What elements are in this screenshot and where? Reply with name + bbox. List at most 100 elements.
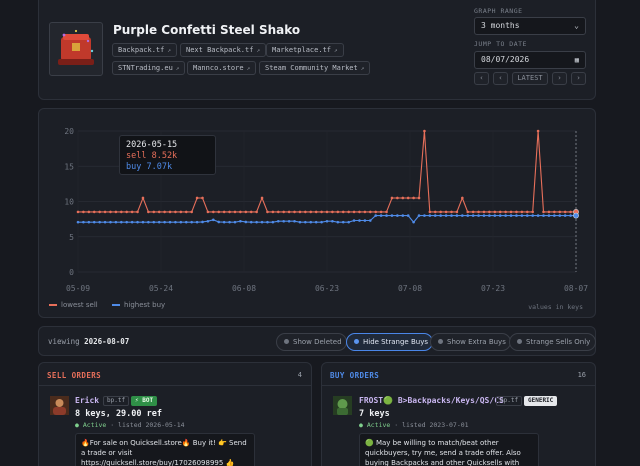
data-point-buy[interactable] [504,214,507,217]
data-point-buy[interactable] [109,220,112,224]
prev-button[interactable]: ‹ [493,72,508,85]
data-point-sell[interactable] [320,210,323,214]
data-point-sell[interactable] [184,210,188,214]
data-point-buy[interactable] [320,220,323,224]
data-point-sell[interactable] [244,210,248,214]
data-point-sell[interactable] [379,210,383,214]
data-point-sell[interactable] [536,129,540,133]
data-point-buy[interactable] [428,214,432,217]
data-point-sell[interactable] [504,210,507,214]
data-point-sell[interactable] [293,210,296,214]
toggle-hide-strange-buys[interactable]: Hide Strange Buys [346,333,434,351]
data-point-buy[interactable] [184,220,188,224]
legend-item-buy[interactable]: highest buy [111,301,165,309]
data-point-buy[interactable] [379,214,383,217]
data-point-buy[interactable] [341,220,345,224]
data-point-buy[interactable] [249,220,253,224]
data-point-sell[interactable] [558,210,562,214]
prev-far-button[interactable]: ‹ [474,72,489,85]
data-point-sell[interactable] [455,210,459,214]
data-point-sell[interactable] [82,210,85,214]
data-point-sell[interactable] [439,210,442,214]
toggle-show-extra-buys[interactable]: Show Extra Buys [430,333,512,351]
data-point-sell[interactable] [174,210,177,214]
data-point-sell[interactable] [493,210,497,214]
legend-item-sell[interactable]: lowest sell [49,301,98,309]
data-point-sell[interactable] [336,210,340,214]
data-point-buy[interactable] [201,220,204,224]
data-point-buy[interactable] [455,214,459,217]
data-point-sell[interactable] [179,210,183,214]
data-point-buy[interactable] [212,218,215,222]
data-point-buy[interactable] [363,219,367,222]
data-point-buy[interactable] [385,214,388,217]
link-mannco-store[interactable]: Mannco.store ↗ [187,61,257,75]
data-point-sell[interactable] [314,210,318,214]
data-point-sell[interactable] [266,210,269,214]
data-point-sell[interactable] [433,210,437,214]
data-point-sell[interactable] [401,196,405,200]
data-point-buy[interactable] [217,220,221,224]
data-point-buy[interactable] [163,220,166,224]
data-point-buy[interactable] [439,214,442,217]
data-point-sell[interactable] [531,210,534,214]
data-point-sell[interactable] [228,210,231,214]
data-point-buy[interactable] [282,219,285,223]
data-point-buy[interactable] [488,214,491,217]
data-point-sell[interactable] [298,210,302,214]
data-point-sell[interactable] [369,210,372,214]
data-point-sell[interactable] [304,210,307,214]
data-point-sell[interactable] [542,210,545,214]
data-point-sell[interactable] [87,210,91,214]
data-point-buy[interactable] [152,220,156,224]
data-point-buy[interactable] [347,220,350,224]
data-point-sell[interactable] [239,210,242,214]
data-point-sell[interactable] [488,210,491,214]
link-backpack-tf[interactable]: Backpack.tf ↗ [112,43,177,57]
data-point-buy[interactable] [558,214,562,217]
data-point-sell[interactable] [347,210,350,214]
data-point-buy[interactable] [563,214,567,217]
data-point-sell[interactable] [152,210,156,214]
toggle-strange-sells-only[interactable]: Strange Sells Only [509,333,596,351]
data-point-sell[interactable] [147,210,150,214]
data-point-buy[interactable] [466,214,470,217]
data-point-sell[interactable] [260,196,264,200]
data-point-sell[interactable] [271,210,275,214]
data-point-sell[interactable] [461,196,464,200]
data-point-sell[interactable] [125,210,129,214]
data-point-buy[interactable] [190,220,193,224]
next-button[interactable]: › [552,72,567,85]
data-point-sell[interactable] [341,210,345,214]
data-point-sell[interactable] [163,210,166,214]
data-point-buy[interactable] [493,214,497,217]
data-point-sell[interactable] [396,196,399,200]
data-point-buy[interactable] [314,220,318,224]
data-point-sell[interactable] [466,210,470,214]
data-point-buy[interactable] [412,220,415,224]
data-point-buy[interactable] [515,214,518,217]
data-point-buy[interactable] [369,219,372,222]
data-point-sell[interactable] [482,210,486,214]
data-point-sell[interactable] [553,210,556,214]
latest-button[interactable]: LATEST [512,72,548,85]
data-point-sell[interactable] [217,210,221,214]
data-point-buy[interactable] [179,220,183,224]
data-point-buy[interactable] [228,220,231,224]
data-point-buy[interactable] [569,214,572,217]
data-point-buy[interactable] [331,219,334,223]
data-point-buy[interactable] [82,220,85,224]
data-point-buy[interactable] [130,220,134,224]
data-point-sell[interactable] [525,210,529,214]
data-point-buy[interactable] [358,219,361,222]
data-point-sell[interactable] [547,210,551,214]
data-point-buy[interactable] [498,214,502,217]
data-point-sell[interactable] [212,210,215,214]
data-point-buy[interactable] [114,220,118,224]
data-point-buy[interactable] [276,219,280,223]
data-point-buy[interactable] [525,214,529,217]
data-point-buy[interactable] [174,220,177,224]
data-point-buy[interactable] [325,219,329,223]
data-point-buy[interactable] [76,220,80,224]
data-point-buy[interactable] [450,214,453,217]
